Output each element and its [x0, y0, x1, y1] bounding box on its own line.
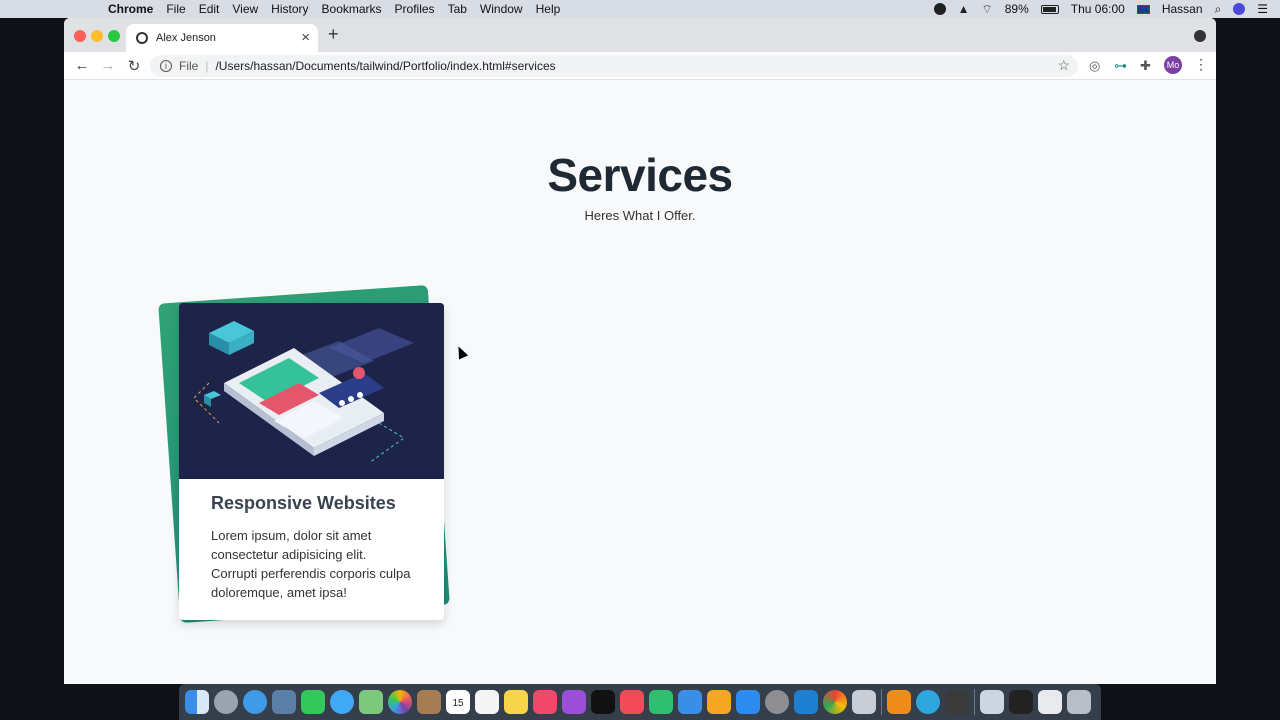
user-name[interactable]: Hassan — [1162, 2, 1203, 16]
vscode-icon[interactable] — [794, 690, 818, 714]
url-scheme: File — [179, 59, 199, 73]
tab-active[interactable]: Alex Jenson × — [126, 24, 318, 52]
calendar-icon[interactable]: 15 — [446, 690, 470, 714]
browser-window: Alex Jenson × + ← → ↻ i File | /Users/ha… — [64, 18, 1216, 684]
url-text[interactable]: /Users/hassan/Documents/tailwind/Portfol… — [215, 59, 555, 73]
podcasts-icon[interactable] — [562, 690, 586, 714]
dock-separator — [974, 689, 975, 715]
git-extension-icon[interactable]: ⊶ — [1114, 58, 1127, 74]
battery-icon[interactable] — [1040, 4, 1059, 14]
menu-bar: Chrome File Edit View History Bookmarks … — [0, 0, 1280, 18]
messages-icon[interactable] — [330, 690, 354, 714]
trash-icon[interactable] — [1067, 690, 1091, 714]
menu-edit[interactable]: Edit — [199, 2, 220, 16]
reminders-icon[interactable] — [475, 690, 499, 714]
vlc-icon[interactable] — [887, 690, 911, 714]
file-icon[interactable] — [1038, 690, 1062, 714]
url-separator: | — [205, 59, 209, 73]
clock[interactable]: Thu 06:00 — [1071, 2, 1125, 16]
isometric-phone-illustration — [179, 303, 444, 479]
menu-view[interactable]: View — [232, 2, 258, 16]
chrome-icon[interactable] — [823, 690, 847, 714]
browser-toolbar: ← → ↻ i File | /Users/hassan/Documents/t… — [64, 52, 1216, 80]
davinci-icon[interactable] — [945, 690, 969, 714]
telegram-icon[interactable] — [916, 690, 940, 714]
forward-button[interactable]: → — [95, 57, 121, 74]
address-bar[interactable]: i File | /Users/hassan/Documents/tailwin… — [150, 55, 1078, 77]
clipboard-icon[interactable] — [980, 690, 1004, 714]
dock: 15 — [179, 684, 1101, 720]
photos-icon[interactable] — [388, 690, 412, 714]
disk-utility-icon[interactable] — [852, 690, 876, 714]
facetime-icon[interactable] — [301, 690, 325, 714]
dock-separator — [881, 689, 882, 715]
music-icon[interactable] — [533, 690, 557, 714]
tab-title: Alex Jenson — [156, 32, 216, 44]
globe-icon — [136, 32, 148, 44]
search-icon[interactable]: ⌕ — [1215, 2, 1222, 17]
card-illustration — [179, 303, 444, 479]
news-icon[interactable] — [620, 690, 644, 714]
record-icon[interactable] — [933, 3, 946, 15]
close-window-button[interactable] — [74, 30, 86, 42]
menu-app-name[interactable]: Chrome — [108, 2, 153, 16]
back-button[interactable]: ← — [69, 57, 95, 74]
preview-icon[interactable] — [272, 690, 296, 714]
info-icon[interactable]: i — [160, 60, 172, 72]
terminal-icon[interactable] — [1009, 690, 1033, 714]
menu-help[interactable]: Help — [536, 2, 561, 16]
numbers-icon[interactable] — [649, 690, 673, 714]
mouse-cursor-icon — [453, 344, 469, 360]
app-store-icon[interactable] — [736, 690, 760, 714]
new-tab-button[interactable]: + — [328, 24, 339, 45]
pages-icon[interactable] — [707, 690, 731, 714]
extension-icon[interactable]: ◎ — [1089, 58, 1100, 74]
menu-file[interactable]: File — [166, 2, 185, 16]
bookmark-star-icon[interactable]: ☆ — [1057, 57, 1070, 74]
profile-avatar[interactable]: Mo — [1164, 56, 1182, 74]
reload-button[interactable]: ↻ — [121, 57, 147, 75]
safari-icon[interactable] — [243, 690, 267, 714]
vlc-tray-icon[interactable]: ▲ — [958, 2, 970, 16]
menu-profiles[interactable]: Profiles — [395, 2, 435, 16]
page-subtitle: Heres What I Offer. — [584, 208, 696, 223]
notes-icon[interactable] — [504, 690, 528, 714]
tv-icon[interactable] — [591, 690, 615, 714]
status-tray: ▲ ⌔ 89% Thu 06:00 Hassan ⌕ ☰ — [933, 0, 1280, 18]
extensions-puzzle-icon[interactable]: ✚ — [1140, 58, 1151, 74]
system-preferences-icon[interactable] — [765, 690, 789, 714]
menu-history[interactable]: History — [271, 2, 308, 16]
menu-tab[interactable]: Tab — [448, 2, 467, 16]
service-card: Responsive Websites Lorem ipsum, dolor s… — [179, 303, 444, 620]
tab-bar: Alex Jenson × + — [64, 18, 1216, 52]
wifi-icon[interactable]: ⌔ — [981, 2, 992, 17]
battery-percent[interactable]: 89% — [1005, 2, 1029, 16]
keynote-icon[interactable] — [678, 690, 702, 714]
menu-kebab-icon[interactable]: ⋮ — [1194, 56, 1208, 73]
control-center-icon[interactable]: ☰ — [1257, 2, 1268, 16]
maximize-window-button[interactable] — [108, 30, 120, 42]
maps-icon[interactable] — [359, 690, 383, 714]
tab-search-icon[interactable] — [1194, 30, 1206, 42]
page-title: Services — [547, 149, 733, 201]
card-title: Responsive Websites — [211, 493, 396, 513]
siri-icon[interactable] — [1233, 3, 1246, 15]
launchpad-icon[interactable] — [214, 690, 238, 714]
finder-icon[interactable] — [185, 690, 209, 714]
menu-bookmarks[interactable]: Bookmarks — [322, 2, 382, 16]
contacts-icon[interactable] — [417, 690, 441, 714]
menu-window[interactable]: Window — [480, 2, 523, 16]
close-tab-icon[interactable]: × — [301, 29, 310, 46]
flag-icon[interactable] — [1136, 4, 1150, 14]
page-content: Services Heres What I Offer. Responsive … — [64, 80, 1216, 684]
card-body: Lorem ipsum, dolor sit amet consectetur … — [211, 528, 411, 600]
minimize-window-button[interactable] — [91, 30, 103, 42]
